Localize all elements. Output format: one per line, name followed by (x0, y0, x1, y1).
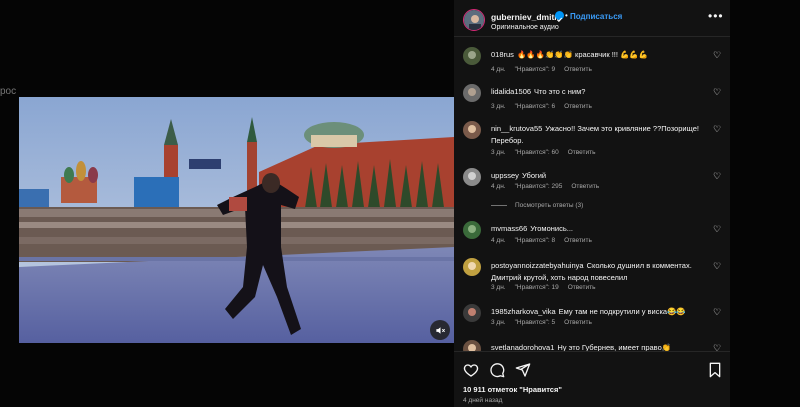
comment-text: postoyannoizzatebyahuinya Сколько душнил … (491, 260, 713, 284)
comment-text: lidalida1506 Что это с ним? (491, 86, 713, 98)
commenter-avatar[interactable] (463, 258, 481, 276)
comment-likes-count[interactable]: "Нравится": 5 (515, 319, 556, 326)
share-icon[interactable] (515, 362, 531, 378)
comment-username-link[interactable]: postoyannoizzatebyahuinya (491, 261, 584, 270)
comment-meta: 4 дн. "Нравится": 8 Ответить (491, 237, 601, 244)
comment-body: Ну это Губернев, имеет право👏 (557, 343, 672, 351)
comment-like-button[interactable]: ♡ (713, 261, 721, 272)
comment-meta: 3 дн. "Нравится": 19 Ответить (491, 284, 605, 291)
comment-like-button[interactable]: ♡ (713, 343, 721, 351)
comment-like-button[interactable]: ♡ (713, 171, 721, 182)
commenter-avatar[interactable] (463, 84, 481, 102)
comment-age[interactable]: 4 дн. (491, 237, 506, 244)
comment-text: 1985zharkova_vika Ему там не подкрутили у… (491, 306, 713, 318)
comment-meta: 3 дн. "Нравится": 60 Ответить (491, 149, 605, 156)
comment-likes-count[interactable]: "Нравится": 6 (515, 103, 556, 110)
reply-button[interactable]: Ответить (568, 284, 596, 291)
comment-likes-count[interactable]: "Нравится": 295 (515, 183, 563, 190)
comment-username-link[interactable]: svetlanadorohova1 (491, 343, 554, 351)
comment-like-button[interactable]: ♡ (713, 124, 721, 135)
header-separator: • (565, 11, 568, 20)
reply-button[interactable]: Ответить (564, 319, 592, 326)
comment-age[interactable]: 4 дн. (491, 183, 506, 190)
comment-like-button[interactable]: ♡ (713, 87, 721, 98)
heart-icon: ♡ (713, 343, 722, 351)
comment-icon[interactable] (489, 362, 505, 378)
comment-body: Что это с ним? (534, 87, 586, 96)
comment-meta: 4 дн. "Нравится": 295 Ответить (491, 183, 608, 190)
comment-meta: 3 дн. "Нравится": 5 Ответить (491, 319, 601, 326)
comment-meta: 4 дн. "Нравится": 9 Ответить (491, 66, 601, 73)
video-frame (19, 97, 454, 343)
comment-body: Убогий (521, 171, 547, 180)
comment-body: 🔥🔥🔥👏👏👏 красавчик !!! 💪💪💪 (516, 50, 649, 59)
comment-body: Ему там не подкрутили у виска😂😂 (558, 307, 686, 316)
audio-link[interactable]: Оригинальное аудио (491, 24, 559, 31)
post-video[interactable] (19, 97, 454, 343)
comment-likes-count[interactable]: "Нравится": 60 (515, 149, 559, 156)
post-likes-count[interactable]: 10 911 отметок "Нравится" (463, 385, 562, 394)
mute-toggle-button[interactable] (430, 320, 450, 340)
heart-icon: ♡ (713, 261, 722, 271)
commenter-avatar[interactable] (463, 121, 481, 139)
reply-button[interactable]: Ответить (564, 66, 592, 73)
comment-likes-count[interactable]: "Нравится": 19 (515, 284, 559, 291)
comment-age[interactable]: 3 дн. (491, 319, 506, 326)
comment-username-link[interactable]: lidalida1506 (491, 87, 531, 96)
heart-icon: ♡ (713, 171, 722, 181)
commenter-avatar[interactable] (463, 304, 481, 322)
heart-icon[interactable] (463, 362, 479, 378)
comment-text: svetlanadorohova1 Ну это Губернев, имеет … (491, 342, 713, 351)
comment-age[interactable]: 3 дн. (491, 284, 506, 291)
commenter-avatar[interactable] (463, 47, 481, 65)
comment-username-link[interactable]: mvmass66 (491, 224, 527, 233)
comment-username-link[interactable]: 1985zharkova_vika (491, 307, 556, 316)
verified-badge-icon (555, 11, 564, 22)
heart-icon: ♡ (713, 50, 722, 60)
reply-button[interactable]: Ответить (564, 103, 592, 110)
comment-username-link[interactable]: uppssey (491, 171, 519, 180)
view-replies-button[interactable]: Посмотреть ответы (3) (491, 202, 583, 209)
heart-icon: ♡ (713, 307, 722, 317)
comment-username-link[interactable]: nin__krutova55 (491, 124, 542, 133)
modal-overlay[interactable]: рос guberniev_dmitry • Подписаться Ориги… (0, 0, 800, 407)
muted-speaker-icon (435, 326, 445, 334)
comment-meta: 3 дн. "Нравится": 6 Ответить (491, 103, 601, 110)
reply-button[interactable]: Ответить (564, 237, 592, 244)
post-actions-bar: 10 911 отметок "Нравится" 4 дней назад (454, 351, 730, 407)
more-options-button[interactable]: ••• (708, 9, 724, 23)
owner-avatar[interactable] (463, 9, 485, 31)
post-header: guberniev_dmitry • Подписаться Оригиналь… (454, 0, 730, 37)
commenter-avatar[interactable] (463, 340, 481, 351)
comment-text: nin__krutova55 Ужасно!! Зачем это кривлян… (491, 123, 713, 147)
comment-likes-count[interactable]: "Нравится": 8 (515, 237, 556, 244)
comment-like-button[interactable]: ♡ (713, 224, 721, 235)
comment-body: Угомонись... (530, 224, 574, 233)
comment-age[interactable]: 3 дн. (491, 149, 506, 156)
comment-like-button[interactable]: ♡ (713, 50, 721, 61)
comment-text: mvmass66 Угомонись... (491, 223, 713, 235)
reply-button[interactable]: Ответить (571, 183, 599, 190)
heart-icon: ♡ (713, 124, 722, 134)
heart-icon: ♡ (713, 87, 722, 97)
comment-username-link[interactable]: 018rus (491, 50, 514, 59)
commenter-avatar[interactable] (463, 221, 481, 239)
owner-username-link[interactable]: guberniev_dmitry (491, 12, 562, 22)
comment-age[interactable]: 3 дн. (491, 103, 506, 110)
comment-text: uppssey Убогий (491, 170, 713, 182)
comments-list[interactable]: 018rus 🔥🔥🔥👏👏👏 красавчик !!! 💪💪💪 4 дн. "Нра… (454, 37, 730, 351)
comment-like-button[interactable]: ♡ (713, 307, 721, 318)
comment-likes-count[interactable]: "Нравится": 9 (515, 66, 556, 73)
follow-button[interactable]: Подписаться (570, 12, 622, 21)
bookmark-icon[interactable] (707, 362, 723, 378)
commenter-avatar[interactable] (463, 168, 481, 186)
heart-icon: ♡ (713, 224, 722, 234)
post-side-panel: guberniev_dmitry • Подписаться Оригиналь… (454, 0, 730, 407)
post-date[interactable]: 4 дней назад (463, 397, 502, 404)
comment-text: 018rus 🔥🔥🔥👏👏👏 красавчик !!! 💪💪💪 (491, 49, 713, 61)
background-text-fragment: рос (0, 86, 17, 97)
comment-age[interactable]: 4 дн. (491, 66, 506, 73)
reply-button[interactable]: Ответить (568, 149, 596, 156)
